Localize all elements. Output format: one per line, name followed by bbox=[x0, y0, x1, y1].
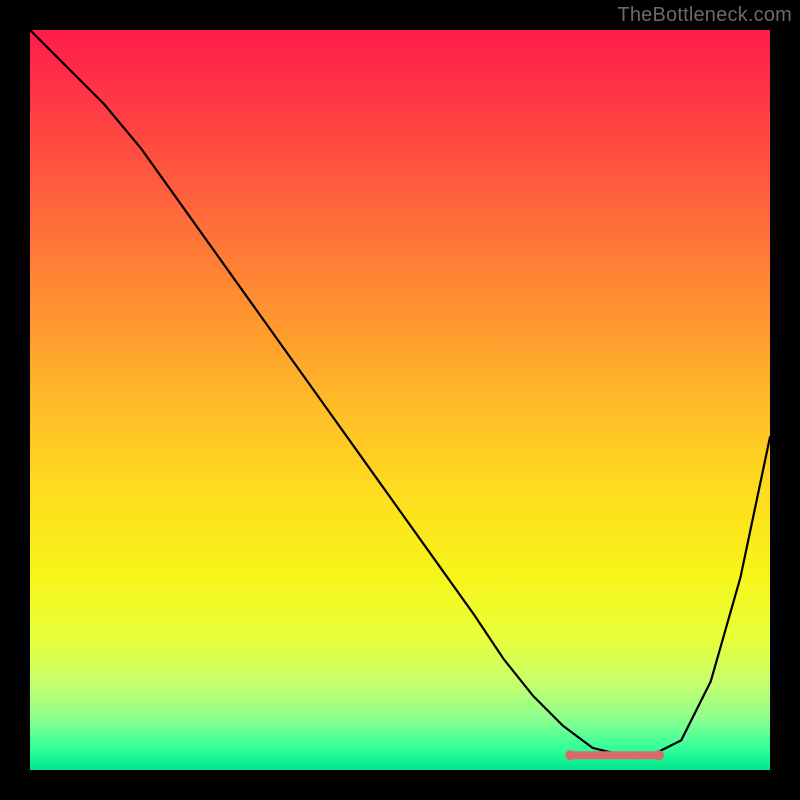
bottleneck-curve-path bbox=[30, 30, 770, 755]
plot-area bbox=[30, 30, 770, 770]
flat-region-end-dot bbox=[654, 750, 664, 760]
flat-region-start-dot bbox=[565, 750, 575, 760]
curve-layer bbox=[30, 30, 770, 770]
chart-frame: TheBottleneck.com bbox=[0, 0, 800, 800]
watermark-text: TheBottleneck.com bbox=[617, 4, 792, 27]
